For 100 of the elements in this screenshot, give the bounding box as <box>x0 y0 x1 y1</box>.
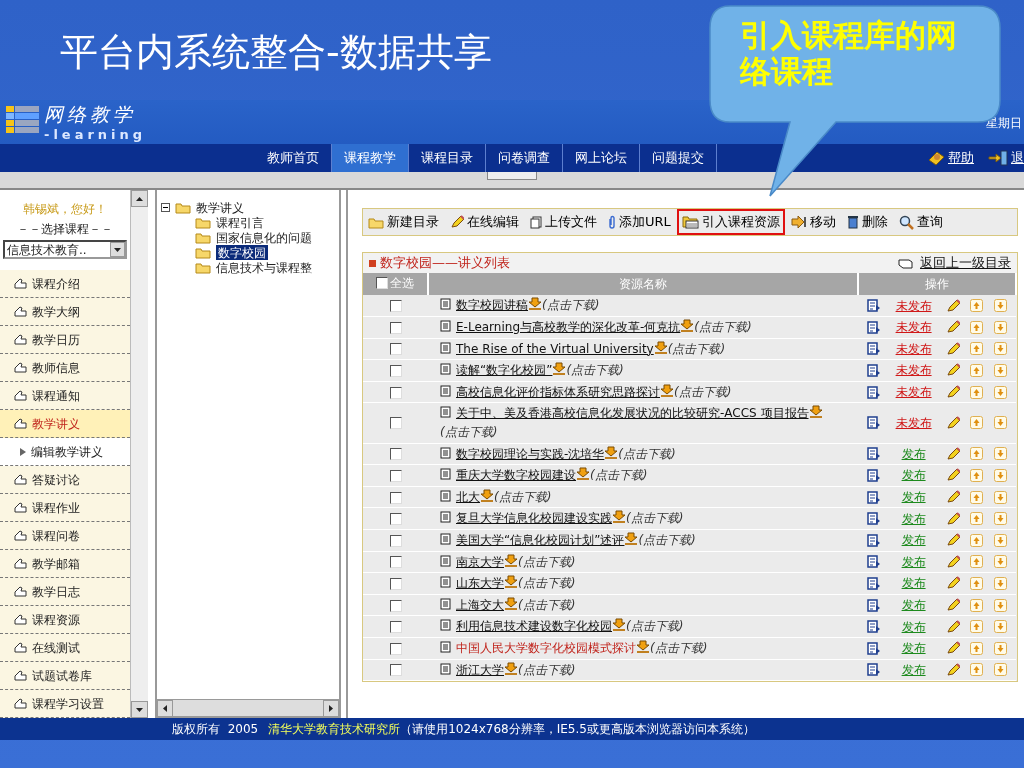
download-link[interactable]: (点击下载) <box>518 662 576 677</box>
download-link[interactable]: (点击下载) <box>674 384 732 399</box>
resource-link[interactable]: 中国人民大学数字化校园模式探讨 <box>456 638 636 658</box>
toolbar-button[interactable]: 查询 <box>893 209 948 235</box>
download-link[interactable]: (点击下载) <box>518 597 576 612</box>
download-link[interactable]: (点击下载) <box>694 320 752 334</box>
back-link[interactable]: 返回上一级目录 <box>920 253 1011 273</box>
publish-status-link[interactable]: 发布 <box>891 466 936 485</box>
download-link[interactable]: (点击下载) <box>650 640 708 655</box>
toolbar-button[interactable]: 在线编辑 <box>445 209 524 235</box>
resource-link[interactable]: 山东大学 <box>456 574 504 593</box>
publish-status-link[interactable]: 未发布 <box>891 413 936 432</box>
publish-status-link[interactable]: 发布 <box>891 574 936 593</box>
resource-link[interactable]: 高校信息化评价指标体系研究思路探讨 <box>456 382 660 402</box>
publish-status-link[interactable]: 发布 <box>891 596 936 614</box>
row-checkbox[interactable] <box>389 491 402 504</box>
row-checkbox[interactable] <box>389 599 402 612</box>
row-checkbox[interactable] <box>389 469 402 482</box>
sidebar-item[interactable]: 编辑教学讲义 <box>0 438 130 466</box>
resource-link[interactable]: 美国大学“信息化校园计划”述评 <box>456 530 625 550</box>
download-link[interactable]: (点击下载) <box>590 468 648 483</box>
download-link[interactable]: (点击下载) <box>626 619 684 634</box>
download-link[interactable]: (点击下载) <box>440 424 498 439</box>
tree-node[interactable]: 信息技术与课程整 <box>216 260 312 275</box>
row-checkbox[interactable] <box>389 513 402 526</box>
toolbar-button[interactable]: 引入课程资源 <box>676 209 785 235</box>
row-checkbox[interactable] <box>389 664 402 677</box>
scroll-up-arrow-icon[interactable] <box>136 196 143 201</box>
resource-link[interactable]: E-Learning与高校教学的深化改革-何克抗 <box>456 318 681 337</box>
publish-status-link[interactable]: 发布 <box>891 552 936 571</box>
download-link[interactable]: (点击下载) <box>566 363 624 378</box>
download-link[interactable]: (点击下载) <box>518 576 576 591</box>
download-link[interactable]: (点击下载) <box>518 554 576 569</box>
download-link[interactable]: (点击下载) <box>542 298 600 313</box>
scroll-down-arrow-icon[interactable] <box>136 707 143 712</box>
publish-status-link[interactable]: 未发布 <box>891 339 936 358</box>
header-link[interactable]: 退 <box>988 144 1024 172</box>
row-checkbox[interactable] <box>389 343 402 356</box>
publish-status-link[interactable]: 未发布 <box>891 383 936 402</box>
publish-status-link[interactable]: 发布 <box>891 660 936 679</box>
toolbar-button[interactable]: 上传文件 <box>525 209 602 235</box>
publish-status-link[interactable]: 未发布 <box>891 318 936 337</box>
resource-link[interactable]: 数字校园理论与实践-沈培华 <box>456 444 605 464</box>
edit-document-icon <box>867 385 882 399</box>
resource-link[interactable]: 数字校园讲稿 <box>456 296 528 315</box>
publish-status-link[interactable]: 发布 <box>891 488 936 507</box>
download-link[interactable]: (点击下载) <box>626 511 684 526</box>
tree-node[interactable]: 数字校园 <box>216 245 268 260</box>
resource-link[interactable]: 北大 <box>456 487 480 507</box>
pencil-icon <box>945 576 960 591</box>
resource-link[interactable]: 复旦大学信息化校园建设实践 <box>456 509 612 528</box>
row-checkbox[interactable] <box>389 321 402 334</box>
publish-status-link[interactable]: 发布 <box>891 531 936 550</box>
row-checkbox[interactable] <box>389 642 402 655</box>
resource-link[interactable]: 关于中、美及香港高校信息化发展状况的比较研究-ACCS 项目报告 <box>456 404 809 423</box>
splitter-handle[interactable] <box>487 172 537 180</box>
row-checkbox[interactable] <box>389 556 402 569</box>
download-link[interactable]: (点击下载) <box>494 489 552 504</box>
row-checkbox[interactable] <box>389 417 402 430</box>
toolbar-button[interactable]: 移动 <box>785 209 841 235</box>
move-up-icon <box>970 620 984 634</box>
resource-link[interactable]: The Rise of the Virtual University <box>456 339 654 359</box>
download-link[interactable]: (点击下载) <box>667 341 726 356</box>
toolbar-button[interactable]: 新建目录 <box>363 209 444 235</box>
row-checkbox[interactable] <box>389 534 402 547</box>
scroll-left-arrow-icon[interactable] <box>163 705 167 712</box>
toolbar-button[interactable]: 删除 <box>841 209 893 235</box>
edit-document-icon <box>867 299 882 312</box>
scrollbar[interactable] <box>130 190 148 718</box>
publish-status-link[interactable]: 发布 <box>891 639 936 658</box>
resource-link[interactable]: 利用信息技术建设数字化校园 <box>456 617 612 636</box>
resource-link[interactable]: 重庆大学数字校园建设 <box>456 466 576 485</box>
resource-link[interactable]: 南京大学 <box>456 552 504 572</box>
horizontal-scrollbar[interactable] <box>157 699 339 716</box>
scroll-right-arrow-icon[interactable] <box>329 705 333 712</box>
tree-node[interactable]: 国家信息化的问题 <box>216 230 312 245</box>
tree-node[interactable]: 教学讲义 <box>196 200 244 215</box>
publish-status-link[interactable]: 发布 <box>891 509 936 528</box>
publish-status-link[interactable]: 未发布 <box>891 296 936 315</box>
row-checkbox[interactable] <box>389 386 402 399</box>
download-link[interactable]: (点击下载) <box>638 532 696 547</box>
resource-link[interactable]: 浙江大学 <box>456 660 504 680</box>
resource-link[interactable]: 上海交大 <box>456 595 504 615</box>
document-icon <box>440 468 451 481</box>
toolbar-button[interactable]: 添加URL <box>603 209 676 235</box>
row-checkbox[interactable] <box>389 365 402 377</box>
sidebar-item[interactable]: 教学讲义 <box>0 410 130 438</box>
row-checkbox[interactable] <box>389 621 402 634</box>
resource-link[interactable]: 读解“数字化校园” <box>456 361 553 380</box>
row-checkbox[interactable] <box>389 300 402 312</box>
course-select[interactable]: 信息技术教育.. <box>3 240 127 259</box>
tree-node[interactable]: 课程引言 <box>216 215 264 230</box>
publish-status-link[interactable]: 未发布 <box>891 361 936 380</box>
header-link[interactable]: 帮助 <box>927 144 974 172</box>
nav-tab[interactable]: 课程教学 <box>332 144 409 172</box>
row-checkbox[interactable] <box>389 448 402 461</box>
publish-status-link[interactable]: 发布 <box>891 444 936 463</box>
row-checkbox[interactable] <box>389 577 402 590</box>
download-link[interactable]: (点击下载) <box>618 446 676 461</box>
publish-status-link[interactable]: 发布 <box>891 617 936 636</box>
